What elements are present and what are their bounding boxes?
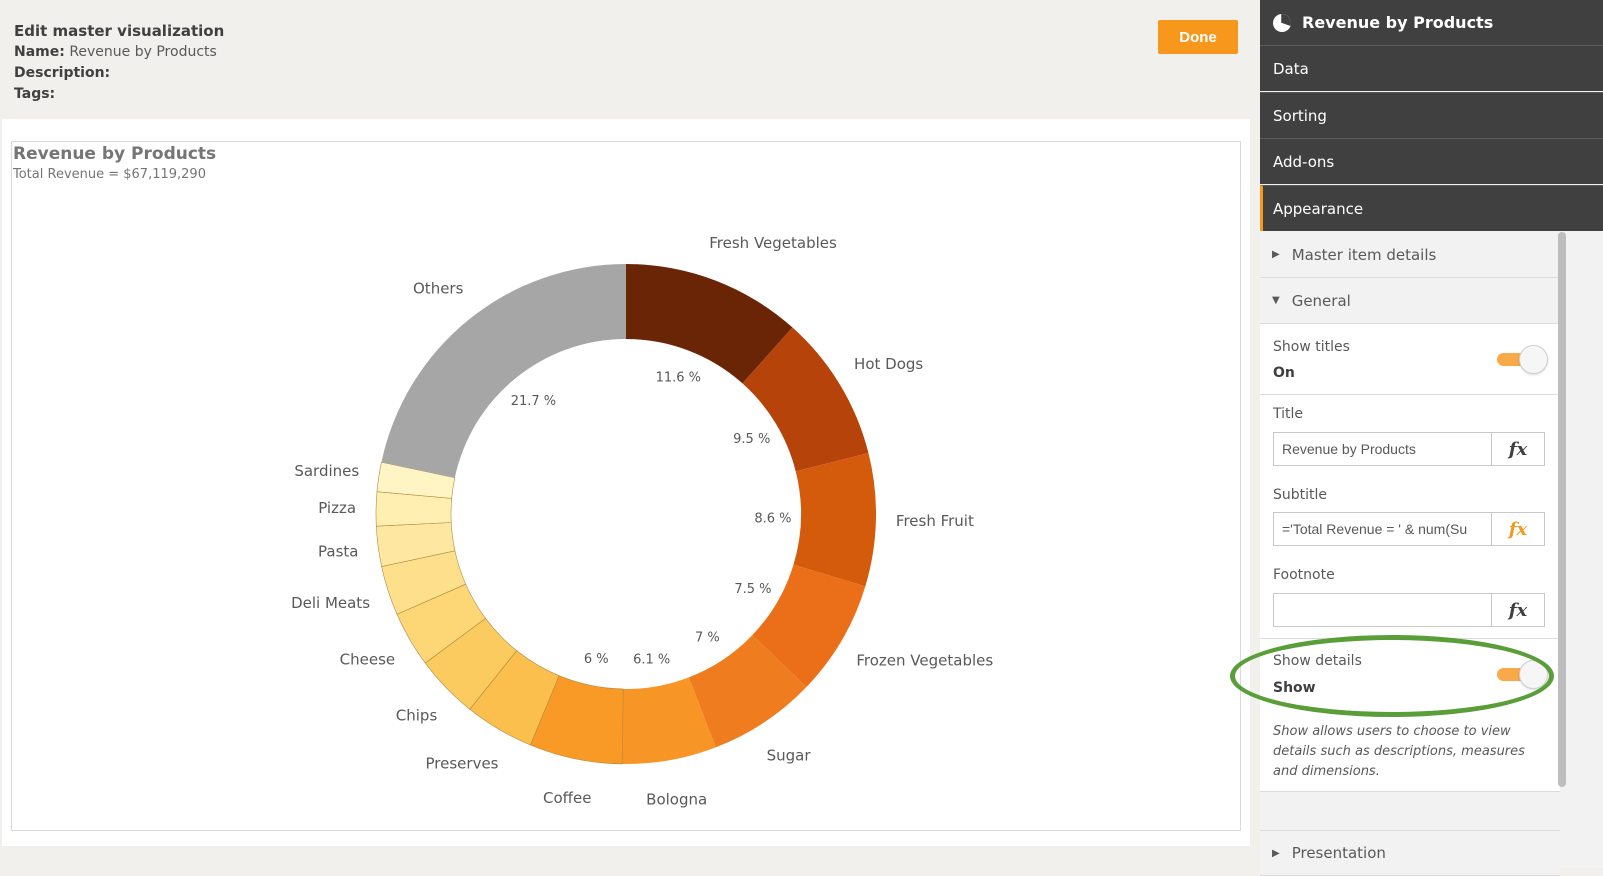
pie-chart-icon	[1273, 13, 1292, 32]
caret-right-icon: ▶	[1272, 847, 1280, 859]
fx-icon[interactable]: fx	[1491, 433, 1544, 465]
slice-value-label: 6.1 %	[633, 653, 670, 668]
toggle-knob	[1519, 660, 1548, 689]
title-input[interactable]	[1274, 433, 1491, 465]
slice-value-label: 21.7 %	[511, 394, 556, 409]
show-details-toggle[interactable]	[1497, 660, 1549, 690]
slice-value-label: 9.5 %	[733, 432, 770, 447]
panel-scrollbar[interactable]	[1558, 232, 1566, 787]
general-section-body: Show titles On Title fx Subtitle fx Foot…	[1260, 324, 1560, 792]
section-label: General	[1291, 291, 1351, 310]
slice-category-label: Coffee	[543, 789, 591, 807]
donut-chart: Fresh Vegetables 11.6 % Hot Dogs 9.5 % Fresh…	[291, 234, 993, 809]
slice-category-label: Pasta	[318, 543, 358, 561]
nav-sorting[interactable]: Sorting	[1260, 92, 1603, 138]
nav-data[interactable]: Data	[1260, 45, 1603, 91]
section-general[interactable]: ▼ General	[1260, 278, 1560, 324]
caret-down-icon: ▼	[1272, 295, 1280, 306]
section-master-item-details[interactable]: ▶ Master item details	[1260, 232, 1560, 278]
slice-category-label: Sardines	[294, 462, 359, 480]
slice-category-label: Bologna	[646, 791, 707, 809]
slice-category-label: Deli Meats	[291, 594, 370, 612]
slice-category-label: Cheese	[340, 651, 395, 669]
caret-right-icon: ▶	[1272, 249, 1280, 260]
footnote-input[interactable]	[1274, 594, 1491, 626]
slice-category-label: Frozen Vegetables	[856, 651, 993, 669]
show-titles-value: On	[1273, 365, 1295, 381]
slice-category-label: Hot Dogs	[854, 355, 923, 373]
footnote-label: Footnote	[1273, 567, 1335, 583]
footnote-field: fx	[1273, 593, 1545, 627]
toggle-knob	[1519, 345, 1548, 374]
section-presentation[interactable]: ▶ Presentation	[1260, 830, 1560, 876]
slice-category-label: Pizza	[318, 499, 356, 517]
divider	[1260, 394, 1560, 395]
subtitle-label: Subtitle	[1273, 487, 1328, 503]
panel-header: Revenue by Products	[1260, 0, 1603, 45]
show-titles-label: Show titles	[1273, 339, 1350, 355]
show-details-help-text: Show allows users to choose to view deta…	[1273, 724, 1525, 779]
slice-category-label: Preserves	[426, 755, 499, 773]
title-field: fx	[1273, 432, 1545, 466]
slice-category-label: Others	[413, 280, 464, 298]
properties-panel: Revenue by Products Data Sorting Add-ons…	[1260, 0, 1603, 876]
subtitle-input[interactable]	[1274, 513, 1491, 545]
slice-value-label: 7 %	[695, 630, 720, 645]
nav-appearance[interactable]: Appearance	[1260, 185, 1603, 231]
slice-value-label: 8.6 %	[754, 511, 791, 526]
divider	[1260, 791, 1560, 792]
slice-category-label: Fresh Vegetables	[709, 234, 837, 252]
divider	[1260, 638, 1560, 639]
section-label: Master item details	[1291, 245, 1437, 264]
slice-category-label: Chips	[396, 706, 438, 724]
slice-value-label: 11.6 %	[656, 371, 701, 386]
panel-title: Revenue by Products	[1302, 13, 1494, 32]
slice-category-label: Sugar	[767, 746, 812, 764]
show-details-value: Show	[1273, 680, 1316, 696]
fx-icon[interactable]: fx	[1491, 594, 1544, 626]
fx-icon[interactable]: fx	[1491, 513, 1544, 545]
show-details-label: Show details	[1273, 653, 1362, 669]
nav-addons[interactable]: Add-ons	[1260, 138, 1603, 184]
donut-slice[interactable]	[793, 453, 877, 587]
subtitle-field: fx	[1273, 512, 1545, 546]
title-label: Title	[1273, 406, 1304, 422]
slice-value-label: 7.5 %	[734, 582, 771, 597]
show-titles-toggle[interactable]	[1497, 345, 1549, 375]
slice-category-label: Fresh Fruit	[896, 512, 974, 530]
slice-value-label: 6 %	[584, 652, 609, 667]
section-label: Presentation	[1291, 844, 1386, 862]
